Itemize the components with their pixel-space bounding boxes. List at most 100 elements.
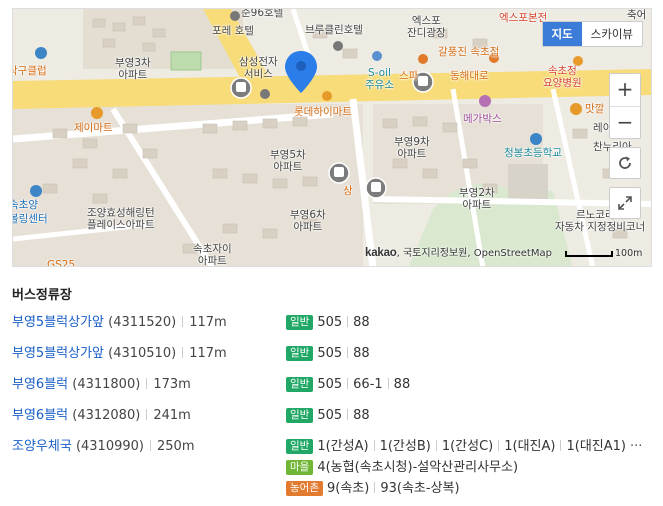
- scale-label: 100m: [615, 248, 643, 259]
- divider: [347, 347, 349, 358]
- map-label: 축어: [627, 9, 647, 21]
- reset-view-button[interactable]: [609, 147, 641, 179]
- divider: [498, 440, 500, 451]
- map-label: 부영9차 아파트: [394, 136, 430, 160]
- zoom-in-button[interactable]: +: [610, 74, 640, 106]
- bus-stop-name-link[interactable]: 부영6블럭: [12, 377, 68, 392]
- route-type-badge-rural: 농어촌: [286, 481, 323, 496]
- kakao-logo: kakao: [365, 247, 397, 259]
- bus-stop-distance: 250m: [157, 439, 195, 454]
- bus-stop-id: (4310510): [104, 346, 177, 361]
- bus-route-link[interactable]: 505: [317, 377, 342, 392]
- map-label: 브루클린호텔: [305, 24, 363, 36]
- divider: [182, 316, 184, 327]
- bus-route-link[interactable]: 505: [317, 408, 342, 423]
- bus-route-link[interactable]: 88: [353, 315, 370, 330]
- map-type-skyview-button[interactable]: 스카이뷰: [582, 22, 642, 46]
- more-routes-button[interactable]: ···: [630, 439, 642, 454]
- route-type-badge-general: 일반: [286, 346, 314, 361]
- route-group: 마을 4(농협(속초시청)-설악산관리사무소): [286, 457, 642, 478]
- divider: [347, 378, 349, 389]
- map-label: 삼성전자 서비스: [239, 56, 278, 80]
- map-label: 갈풍진 속초점: [438, 46, 500, 58]
- bus-route-link[interactable]: 88: [394, 377, 411, 392]
- map-label: 포레 호텔: [212, 25, 254, 37]
- map-label: GS25: [47, 259, 76, 267]
- attribution-text: , 국토지리정보원, OpenStreetMap: [396, 248, 552, 259]
- map-label: 맛깔: [585, 103, 605, 115]
- route-group: 일반 505 88: [286, 343, 370, 364]
- map-label: 청봉초등학교: [504, 147, 562, 159]
- route-type-badge-general: 일반: [286, 377, 314, 392]
- divider: [560, 440, 562, 451]
- bus-stop-name-link[interactable]: 부영6블럭: [12, 408, 68, 423]
- bus-stop-distance: 241m: [153, 408, 191, 423]
- bus-stop-row: 부영5블럭상가앞 (4311520) 117m 일반 505 88: [12, 312, 657, 333]
- route-type-badge-general: 일반: [286, 315, 314, 330]
- bus-stop-name-link[interactable]: 부영5블럭상가앞: [12, 346, 104, 361]
- map-label: 부영6차 아파트: [290, 209, 326, 233]
- bus-route-link[interactable]: 4(농협(속초시청)-설악산관리사무소): [317, 460, 518, 475]
- divider: [373, 440, 375, 451]
- zoom-control: + −: [609, 73, 641, 139]
- divider: [182, 347, 184, 358]
- bus-route-link[interactable]: 1(대진A): [504, 439, 555, 454]
- divider: [374, 482, 376, 493]
- bus-stop-row: 부영6블럭 (4311800) 173m 일반 505 66-1 88: [12, 374, 657, 395]
- zoom-out-button[interactable]: −: [610, 106, 640, 138]
- bus-route-link[interactable]: 9(속초): [327, 481, 369, 496]
- bus-route-link[interactable]: 1(간성C): [442, 439, 493, 454]
- bus-route-link[interactable]: 88: [353, 408, 370, 423]
- bus-stop-name-link[interactable]: 조양우체국: [12, 439, 72, 454]
- bus-stop-id: (4311800): [68, 377, 141, 392]
- bus-stop-name-link[interactable]: 부영5블럭상가앞: [12, 315, 104, 330]
- map-label: 조양효성해링턴 플레이스아파트: [87, 207, 155, 231]
- route-list: 일반 505 88: [286, 312, 370, 333]
- bus-stop-distance: 117m: [189, 346, 227, 361]
- bus-route-link[interactable]: 66-1: [353, 377, 383, 392]
- map-label: 스파: [399, 70, 419, 82]
- fullscreen-button[interactable]: [609, 187, 641, 219]
- divider: [347, 409, 349, 420]
- map-attribution: kakao, 국토지리정보원, OpenStreetMap: [365, 244, 552, 259]
- divider: [150, 440, 151, 451]
- route-list: 일반 1(간성A) 1(간성B) 1(간성C) 1(대진A) 1(대진A1) ··· 마을 4(…: [286, 436, 642, 499]
- bus-stop-id: (4312080): [68, 408, 141, 423]
- divider: [435, 440, 437, 451]
- scale-bar: [565, 251, 613, 257]
- route-type-badge-general: 일반: [286, 408, 314, 423]
- bus-stop-row: 부영5블럭상가앞 (4310510) 117m 일반 505 88: [12, 343, 657, 364]
- bus-stop-row: 조양우체국 (4310990) 250m 일반 1(간성A) 1(간성B) 1(간성C) 1…: [12, 436, 657, 496]
- bus-stop-row: 부영6블럭 (4312080) 241m 일반 505 88: [12, 405, 657, 426]
- divider: [387, 378, 389, 389]
- map-label: 엑스포 잔디광장: [407, 15, 446, 39]
- map-type-switch: 지도 스카이뷰: [541, 21, 643, 47]
- divider: [146, 409, 148, 420]
- route-list: 일반 505 88: [286, 405, 370, 426]
- bus-route-link[interactable]: 505: [317, 346, 342, 361]
- bus-route-link[interactable]: 1(대진A1): [566, 439, 626, 454]
- divider: [347, 316, 349, 327]
- route-group: 농어촌 9(속초) 93(속초-상복): [286, 478, 642, 499]
- bus-route-link[interactable]: 93(속초-상복): [380, 481, 459, 496]
- map-label: 상: [343, 185, 353, 197]
- map-label: 롯데하이마트: [294, 106, 352, 118]
- bus-route-link[interactable]: 88: [353, 346, 370, 361]
- map-label: 순96호텔: [241, 8, 284, 19]
- route-group: 일반 505 88: [286, 312, 370, 333]
- route-type-badge-general: 일반: [286, 439, 314, 454]
- route-group: 일반 505 88: [286, 405, 370, 426]
- map-view[interactable]: 순96호텔 포레 호텔 브루클린호텔 엑스포 잔디광장 엑스포본전 축어 탁구클…: [12, 8, 652, 267]
- map-label: 메가박스: [463, 113, 502, 125]
- bus-route-link[interactable]: 1(간성A): [317, 439, 368, 454]
- section-title: 버스정류장: [12, 288, 72, 303]
- bus-route-link[interactable]: 1(간성B): [380, 439, 431, 454]
- route-group: 일반 1(간성A) 1(간성B) 1(간성C) 1(대진A) 1(대진A1) ···: [286, 436, 642, 457]
- bus-route-link[interactable]: 505: [317, 315, 342, 330]
- map-label: 속초정 요양병원: [543, 65, 582, 89]
- bus-stop-distance: 117m: [189, 315, 227, 330]
- map-label: S-oil 주유소: [365, 67, 394, 91]
- map-type-map-button[interactable]: 지도: [542, 22, 582, 46]
- map-label: 부영2차 아파트: [459, 187, 495, 211]
- route-list: 일반 505 88: [286, 343, 370, 364]
